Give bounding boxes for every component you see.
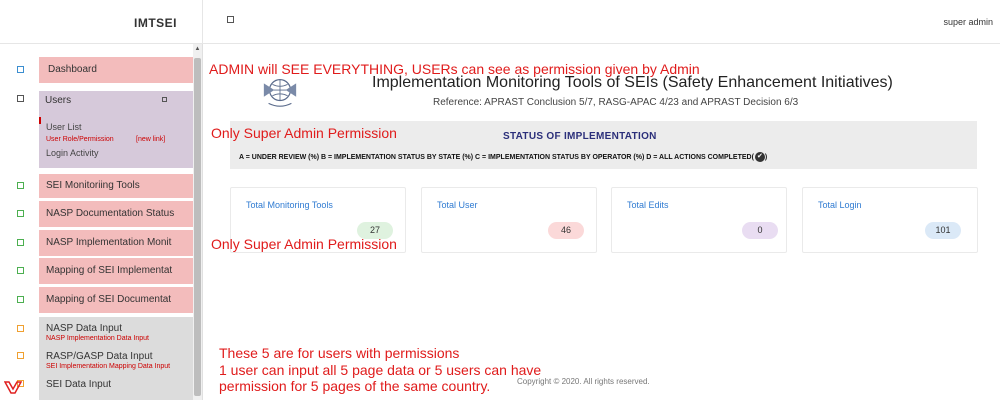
- sidebar-subitem-user-role[interactable]: User Role/Permission: [46, 136, 114, 143]
- status-legend: A = UNDER REVIEW (%) B = IMPLEMENTATION …: [239, 152, 768, 162]
- data-input-group: NASP Data Input NASP Implementation Data…: [39, 317, 193, 400]
- sidebar-item-note: SEI Implementation Mapping Data Input: [46, 363, 171, 370]
- card-title: Total Monitoring Tools: [246, 200, 333, 210]
- annotation-admin: ADMIN will SEE EVERYTHING, USERs can see…: [209, 61, 700, 77]
- card-title: Total User: [437, 200, 478, 210]
- menu-toggle-icon[interactable]: [227, 16, 234, 23]
- sidebar-item-users[interactable]: Users User List User Role/Permission [ne…: [39, 91, 193, 168]
- annotation-line: 1 user can input all 5 page data or 5 us…: [219, 361, 542, 378]
- sidebar-item-rasp-gasp-data-input[interactable]: RASP/GASP Data Input SEI Implementation …: [46, 351, 193, 379]
- stat-card-users[interactable]: Total User 46: [421, 187, 597, 253]
- sidebar-item-label: NASP Data Input: [46, 323, 122, 334]
- users-icon: [17, 95, 24, 102]
- sidebar-subitem-login-activity[interactable]: Login Activity: [46, 148, 99, 158]
- sidebar-scrollbar[interactable]: ▲: [193, 44, 202, 400]
- scroll-thumb[interactable]: [194, 58, 201, 396]
- brand-bar: IMTSEI: [0, 0, 203, 44]
- sidebar-item-label: Mapping of SEI Implementat: [46, 265, 173, 276]
- active-marker: [39, 117, 41, 124]
- sidebar-item-label: NASP Implementation Monit: [46, 237, 172, 248]
- sidebar-item-dashboard[interactable]: Dashboard: [39, 57, 193, 83]
- scroll-up-icon[interactable]: ▲: [193, 46, 202, 52]
- annotation-line: permission for 5 pages of the same count…: [219, 378, 491, 394]
- sidebar-item-mapping-documentation[interactable]: Mapping of SEI Documentat: [39, 287, 193, 313]
- stat-card-edits[interactable]: Total Edits 0: [611, 187, 787, 253]
- mapping-doc-icon: [17, 296, 24, 303]
- sidebar-item-label: Mapping of SEI Documentat: [46, 294, 172, 305]
- status-title: STATUS OF IMPLEMENTATION: [503, 131, 657, 142]
- annotation-users: These 5 are for users with permissions 1…: [219, 345, 541, 395]
- sidebar-item-nasp-data-input[interactable]: NASP Data Input NASP Implementation Data…: [46, 323, 193, 351]
- sidebar-item-sei-monitoring[interactable]: SEI Monitoriing Tools: [39, 174, 193, 198]
- annotation-super-admin: Only Super Admin Permission: [211, 236, 397, 252]
- new-link-note: [new link]: [136, 136, 166, 143]
- sidebar-item-label: SEI Data Input: [46, 379, 112, 390]
- sidebar-item-sei-data-input[interactable]: SEI Data Input: [46, 379, 193, 390]
- sidebar-item-label: NASP Documentation Status: [46, 208, 175, 219]
- mapping-icon: [17, 267, 24, 274]
- sidebar-item-note: NASP Implementation Data Input: [46, 335, 149, 342]
- sidebar-item-label: Users: [45, 95, 72, 106]
- stat-card-logins[interactable]: Total Login 101: [802, 187, 978, 253]
- annotation-line: These 5 are for users with permissions: [219, 345, 460, 361]
- monitoring-icon: [17, 182, 24, 189]
- status-legend-text: A = UNDER REVIEW (%) B = IMPLEMENTATION …: [239, 153, 754, 161]
- user-menu[interactable]: super admin: [943, 17, 993, 27]
- card-value: 101: [925, 222, 961, 239]
- dashboard-icon: [17, 66, 24, 73]
- brand-name[interactable]: IMTSEI: [0, 16, 203, 30]
- collapse-icon[interactable]: [162, 97, 167, 102]
- icao-logo-icon: [263, 78, 297, 107]
- app-logo-icon: [4, 381, 22, 394]
- annotation-super-admin: Only Super Admin Permission: [211, 125, 397, 141]
- top-bar: super admin: [203, 0, 1000, 44]
- sidebar-item-label: Dashboard: [48, 64, 97, 75]
- sidebar-subitem-user-list[interactable]: User List: [46, 122, 82, 132]
- sidebar-item-label: RASP/GASP Data Input: [46, 351, 153, 362]
- card-title: Total Edits: [627, 200, 669, 210]
- sidebar-item-label: SEI Monitoriing Tools: [46, 180, 140, 191]
- check-icon: ✔: [754, 152, 765, 162]
- sidebar-item-nasp-implementation[interactable]: NASP Implementation Monit: [39, 230, 193, 256]
- card-value: 46: [548, 222, 584, 239]
- sidebar-item-mapping-implementation[interactable]: Mapping of SEI Implementat: [39, 258, 193, 284]
- card-value: 0: [742, 222, 778, 239]
- sidebar-item-nasp-documentation[interactable]: NASP Documentation Status: [39, 201, 193, 227]
- documentation-icon: [17, 210, 24, 217]
- implementation-icon: [17, 239, 24, 246]
- page-reference: Reference: APRAST Conclusion 5/7, RASG-A…: [433, 97, 799, 108]
- card-title: Total Login: [818, 200, 862, 210]
- input-icon: [17, 352, 24, 359]
- input-icon: [17, 325, 24, 332]
